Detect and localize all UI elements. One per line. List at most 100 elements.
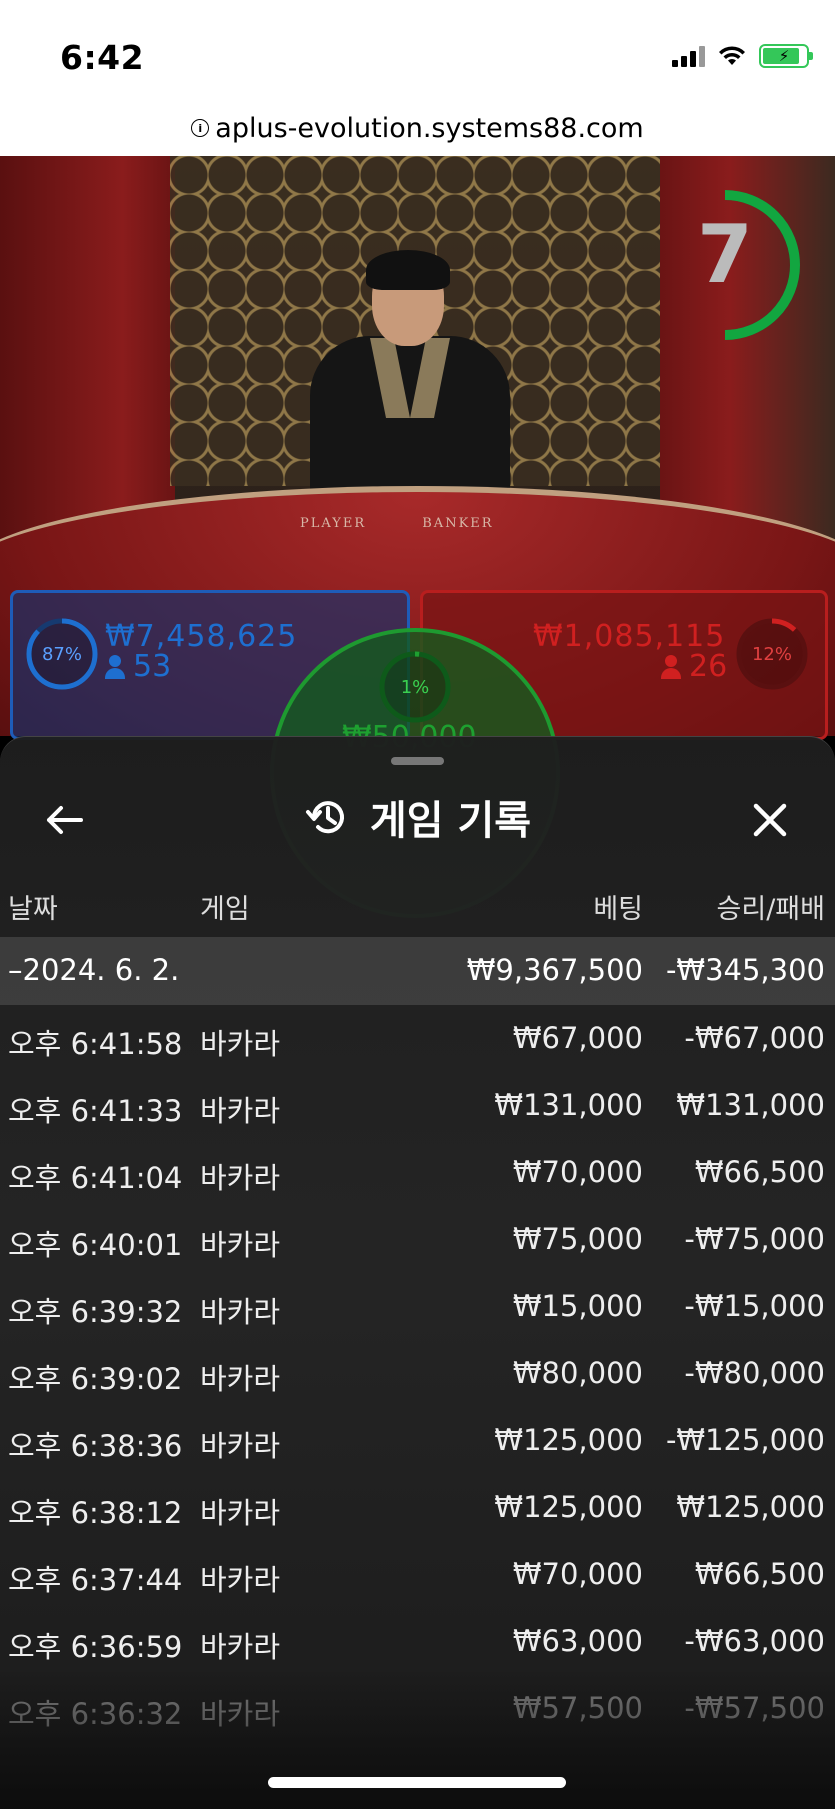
table-row[interactable]: 오후 6:41:58 바카라 ₩67,000 -₩67,000	[0, 1005, 835, 1072]
row-bet: ₩63,000	[512, 1624, 643, 1658]
row-game: 바카라	[200, 1563, 281, 1597]
table-label-player: PLAYER	[300, 516, 367, 531]
table-row[interactable]: 오후 6:40:01 바카라 ₩75,000 -₩75,000	[0, 1206, 835, 1273]
url-text: aplus-evolution.systems88.com	[215, 112, 644, 144]
row-result: -₩75,000	[684, 1222, 825, 1256]
row-game: 바카라	[200, 1429, 281, 1463]
row-game: 바카라	[200, 1496, 281, 1530]
history-list: 오후 6:41:58 바카라 ₩67,000 -₩67,000 오후 6:41:…	[0, 1005, 835, 1742]
row-result: -₩15,000	[684, 1289, 825, 1323]
sheet-grabber[interactable]	[391, 757, 444, 765]
table-row[interactable]: 오후 6:41:04 바카라 ₩70,000 ₩66,500	[0, 1139, 835, 1206]
row-bet: ₩70,000	[512, 1155, 643, 1189]
game-history-sheet: 게임 기록 날짜 게임 베팅 승리/패배 –2024. 6. 2. ₩9,367…	[0, 736, 835, 1809]
row-time: 오후 6:36:59	[8, 1630, 183, 1664]
address-bar[interactable]: i aplus-evolution.systems88.com	[0, 100, 835, 156]
row-bet: ₩15,000	[512, 1289, 643, 1323]
sheet-title: 게임 기록	[369, 798, 532, 844]
close-icon	[753, 803, 787, 837]
user-icon	[661, 654, 681, 679]
row-game: 바카라	[200, 1697, 281, 1731]
table-labels: PLAYER BANKER	[300, 516, 544, 531]
cellular-signal-icon	[672, 45, 705, 67]
row-result: ₩125,000	[676, 1490, 825, 1524]
history-icon	[305, 801, 344, 834]
table-row[interactable]: 오후 6:37:44 바카라 ₩70,000 ₩66,500	[0, 1541, 835, 1608]
row-time: 오후 6:41:04	[8, 1161, 183, 1195]
row-bet: ₩75,000	[512, 1222, 643, 1256]
table-label-banker: BANKER	[422, 516, 494, 531]
date-group-row[interactable]: –2024. 6. 2. ₩9,367,500 -₩345,300	[0, 937, 835, 1005]
row-bet: ₩131,000	[494, 1088, 643, 1122]
close-button[interactable]	[745, 795, 795, 845]
player-bettor-count-value: 53	[133, 649, 172, 684]
date-group-label: –2024. 6. 2.	[8, 953, 180, 987]
sheet-title-group: 게임 기록	[0, 767, 835, 867]
table-row[interactable]: 오후 6:36:32 바카라 ₩57,500 -₩57,500	[0, 1675, 835, 1742]
row-bet: ₩70,000	[512, 1557, 643, 1591]
row-result: ₩131,000	[676, 1088, 825, 1122]
table-row[interactable]: 오후 6:39:32 바카라 ₩15,000 -₩15,000	[0, 1273, 835, 1340]
row-game: 바카라	[200, 1161, 281, 1195]
date-group-bet-total: ₩9,367,500	[466, 953, 643, 987]
table-row[interactable]: 오후 6:41:33 바카라 ₩131,000 ₩131,000	[0, 1072, 835, 1139]
countdown-timer: 7	[690, 190, 800, 340]
status-time: 6:42	[60, 38, 145, 77]
wifi-icon	[719, 46, 745, 65]
user-icon	[105, 654, 125, 679]
row-time: 오후 6:39:02	[8, 1362, 183, 1396]
row-time: 오후 6:40:01	[8, 1228, 183, 1262]
home-indicator[interactable]	[268, 1777, 566, 1788]
row-bet: ₩57,500	[512, 1691, 643, 1725]
column-header-game[interactable]: 게임	[200, 887, 250, 926]
tie-percent: 1%	[400, 676, 430, 698]
row-bet: ₩80,000	[512, 1356, 643, 1390]
column-header-bet[interactable]: 베팅	[593, 887, 643, 926]
row-time: 오후 6:41:33	[8, 1094, 183, 1128]
row-game: 바카라	[200, 1228, 281, 1262]
table-header: 날짜 게임 베팅 승리/패배	[0, 877, 835, 937]
row-result: -₩63,000	[684, 1624, 825, 1658]
column-header-date[interactable]: 날짜	[8, 887, 58, 926]
battery-charging-icon: ⚡	[759, 44, 813, 68]
banker-bettor-count-value: 26	[689, 649, 728, 684]
status-icons: ⚡	[672, 44, 813, 68]
arrow-left-icon	[47, 806, 83, 834]
row-result: -₩57,500	[684, 1691, 825, 1725]
info-icon[interactable]: i	[191, 119, 210, 137]
table-row[interactable]: 오후 6:36:59 바카라 ₩63,000 -₩63,000	[0, 1608, 835, 1675]
banker-percent-ring: 12%	[733, 615, 811, 693]
row-game: 바카라	[200, 1027, 281, 1061]
row-time: 오후 6:41:58	[8, 1027, 183, 1061]
row-game: 바카라	[200, 1295, 281, 1329]
status-bar: 6:42 ⚡	[0, 0, 835, 100]
player-percent: 87%	[41, 643, 82, 665]
row-time: 오후 6:36:32	[8, 1697, 183, 1731]
row-bet: ₩125,000	[494, 1490, 643, 1524]
column-header-result[interactable]: 승리/패배	[717, 887, 825, 926]
table-row[interactable]: 오후 6:38:12 바카라 ₩125,000 ₩125,000	[0, 1474, 835, 1541]
row-result: -₩67,000	[684, 1021, 825, 1055]
table-row[interactable]: 오후 6:39:02 바카라 ₩80,000 -₩80,000	[0, 1340, 835, 1407]
row-result: -₩80,000	[684, 1356, 825, 1390]
row-result: ₩66,500	[694, 1557, 825, 1591]
row-bet: ₩125,000	[494, 1423, 643, 1457]
player-bettor-count: 53	[105, 649, 171, 684]
row-result: ₩66,500	[694, 1155, 825, 1189]
row-game: 바카라	[200, 1362, 281, 1396]
row-time: 오후 6:39:32	[8, 1295, 183, 1329]
sheet-header: 게임 기록	[0, 767, 835, 867]
back-button[interactable]	[40, 795, 90, 845]
row-bet: ₩67,000	[512, 1021, 643, 1055]
tie-percent-ring: 1%	[376, 648, 454, 726]
row-time: 오후 6:37:44	[8, 1563, 183, 1597]
banker-percent: 12%	[751, 643, 792, 665]
row-game: 바카라	[200, 1630, 281, 1664]
row-time: 오후 6:38:36	[8, 1429, 183, 1463]
row-time: 오후 6:38:12	[8, 1496, 183, 1530]
countdown-number: 7	[697, 208, 753, 301]
table-row[interactable]: 오후 6:38:36 바카라 ₩125,000 -₩125,000	[0, 1407, 835, 1474]
banker-bettor-count: 26	[661, 649, 727, 684]
player-percent-ring: 87%	[23, 615, 101, 693]
row-result: -₩125,000	[665, 1423, 825, 1457]
